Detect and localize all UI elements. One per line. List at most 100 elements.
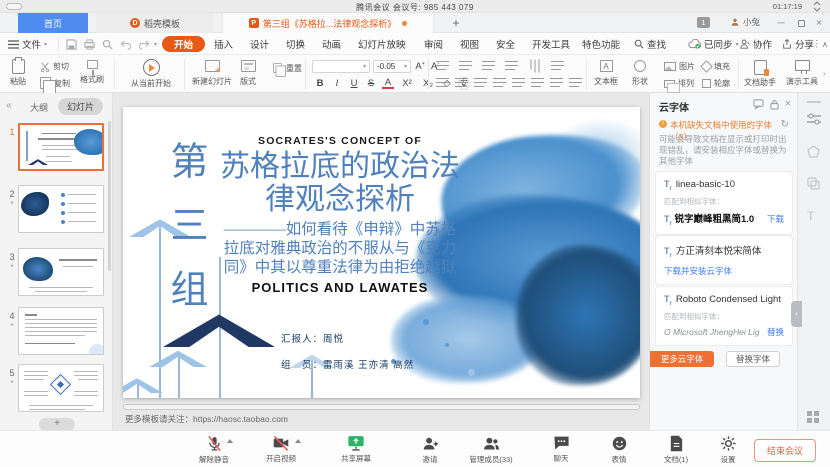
share-screen-button[interactable]: 共享屏幕 [332, 435, 380, 464]
sidebar-scrollbar[interactable] [108, 121, 111, 271]
italic-button[interactable]: I [331, 78, 343, 89]
collaborate-button[interactable]: 协作 [740, 33, 772, 55]
tab-devtools[interactable]: 开发工具 [532, 33, 570, 55]
tab-start[interactable]: 开始 [162, 36, 205, 52]
print-button[interactable] [84, 33, 95, 55]
save-button[interactable] [66, 33, 77, 55]
tab-document[interactable]: P 第三组《苏格拉...法律观念探析》 [222, 13, 434, 33]
strikethrough-button[interactable]: S [365, 78, 377, 89]
collapse-panel-tab[interactable]: ‹ [791, 301, 802, 327]
tab-security[interactable]: 安全 [496, 33, 515, 55]
sync-status[interactable]: 已同步▾ [688, 33, 739, 55]
superscript-button[interactable]: X² [399, 78, 415, 89]
slide-title-block[interactable]: SOCRATES'S CONCEPT OF 苏格拉底的政治法 律观念探析 ———… [209, 135, 471, 295]
text-tools-icon[interactable] [569, 78, 582, 88]
preview-button[interactable] [102, 33, 113, 55]
new-tab-button[interactable]: + [446, 13, 466, 33]
download-install-link[interactable]: 下载并安装云字体 [664, 265, 784, 277]
object-properties-icon[interactable] [807, 113, 821, 126]
play-from-current-button[interactable]: 从当前开始 [122, 59, 180, 89]
slide-thumbnail-4[interactable] [18, 307, 104, 355]
layout-button[interactable]: 版式 [240, 60, 256, 87]
bullet-list-icon[interactable] [436, 61, 449, 71]
video-options-icon[interactable] [295, 439, 301, 443]
tab-view[interactable]: 视图 [460, 33, 479, 55]
invite-button[interactable]: 邀请 [406, 435, 454, 465]
text-direction-icon[interactable] [530, 60, 540, 73]
download-link[interactable]: 下载 [767, 213, 784, 225]
restore-button[interactable] [792, 13, 810, 33]
outline-button[interactable]: 轮廓 [702, 78, 730, 89]
minimize-button[interactable]: ─ [772, 13, 790, 33]
slide-thumbnail-2[interactable] [18, 185, 104, 233]
undo-button[interactable] [120, 33, 132, 55]
slide-canvas[interactable]: 第三组 SOCRATES'S CONCEPT OF 苏格拉底的政治法 律观念探析… [123, 107, 640, 398]
docs-button[interactable]: 文档(1) [652, 435, 700, 465]
font-size-select[interactable]: -0.05▾ [373, 60, 411, 73]
paragraph-icon[interactable] [550, 78, 563, 88]
tab-home[interactable]: 首页 [18, 13, 88, 33]
slide-members[interactable]: 组 员：雷雨溪 王亦清 高然 [281, 357, 414, 371]
slide-thumbnail-1[interactable] [18, 123, 104, 171]
shapes-button[interactable]: 形状 [632, 60, 648, 87]
tab-docer[interactable]: D 稻壳模板 [96, 13, 214, 33]
align-right-icon[interactable] [474, 78, 487, 88]
toolbar-options-icon[interactable]: ▾ [154, 33, 157, 55]
tab-slides[interactable]: 幻灯片 [58, 98, 103, 115]
slide-thumbnail-5[interactable] [18, 364, 104, 412]
align-center-icon[interactable] [455, 78, 468, 88]
new-slide-button[interactable]: 新建幻灯片 [192, 60, 232, 87]
toolbar-expand-icon[interactable]: › [823, 69, 826, 78]
picture-button[interactable]: 图片 [664, 61, 695, 72]
reset-button[interactable]: 重置 [272, 62, 302, 74]
tab-features[interactable]: 特色功能 [582, 33, 620, 55]
copy-button[interactable]: 复制 [40, 77, 70, 89]
doc-assistant-button[interactable]: 文档助手 [744, 60, 776, 88]
textbox-button[interactable]: A文本框 [594, 60, 618, 87]
replace-link[interactable]: 替换 [767, 326, 784, 338]
tab-transition[interactable]: 切换 [286, 33, 305, 55]
replace-font-button[interactable]: 替换字体 [726, 351, 780, 367]
align-left-icon[interactable] [436, 78, 449, 88]
decrease-indent-icon[interactable] [482, 61, 495, 71]
present-tools-button[interactable]: 演示工具 [786, 60, 818, 87]
tab-insert[interactable]: 插入 [214, 33, 233, 55]
tab-outline[interactable]: 大纲 [30, 101, 48, 114]
shape-panel-icon[interactable] [807, 145, 820, 158]
tab-animation[interactable]: 动画 [322, 33, 341, 55]
tab-design[interactable]: 设计 [250, 33, 269, 55]
end-meeting-button[interactable]: 结束会议 [754, 439, 816, 462]
drag-handle[interactable] [807, 101, 821, 103]
collapse-panel-icon[interactable]: « [6, 100, 12, 111]
chat-button[interactable]: 聊天 [537, 435, 585, 464]
tab-review[interactable]: 审阅 [424, 33, 443, 55]
user-account[interactable]: 小兔 [730, 16, 760, 28]
slide-thumbnail-3[interactable] [18, 248, 104, 296]
horizontal-scrollbar[interactable] [123, 404, 640, 410]
notification-badge[interactable]: 1 [697, 17, 710, 28]
find-button[interactable]: 查找 [634, 33, 666, 55]
mic-options-icon[interactable] [227, 439, 233, 443]
file-menu[interactable]: 文件▾ [8, 33, 47, 55]
text-panel-icon[interactable]: T [807, 209, 814, 223]
justify-icon[interactable] [493, 78, 506, 88]
expand-icon[interactable] [812, 1, 822, 12]
close-panel-icon[interactable]: × [785, 98, 791, 110]
settings-button[interactable]: 设置 [704, 435, 752, 465]
share-button[interactable]: 分享 [782, 33, 814, 55]
slide-presenter[interactable]: 汇报人：周悦 [281, 331, 344, 345]
more-menu-icon[interactable]: ⋮ [812, 33, 822, 55]
slide-group-title[interactable]: 第三组 [163, 141, 207, 333]
manage-members-button[interactable]: 管理成员(33) [462, 435, 520, 465]
cut-button[interactable]: 剪切 [40, 61, 69, 72]
emoji-button[interactable]: 表情 [595, 435, 643, 465]
refresh-icon[interactable]: ↻ [781, 119, 789, 130]
numbered-list-icon[interactable] [459, 61, 472, 71]
distribute-icon[interactable] [512, 78, 525, 88]
arrange-button[interactable]: 排列 [664, 78, 694, 89]
feedback-icon[interactable] [753, 99, 764, 109]
layers-panel-icon[interactable] [807, 177, 820, 190]
more-cloud-fonts-button[interactable]: 更多云字体 [650, 351, 714, 367]
lock-icon[interactable] [770, 99, 779, 110]
font-color-button[interactable]: A [382, 78, 394, 89]
